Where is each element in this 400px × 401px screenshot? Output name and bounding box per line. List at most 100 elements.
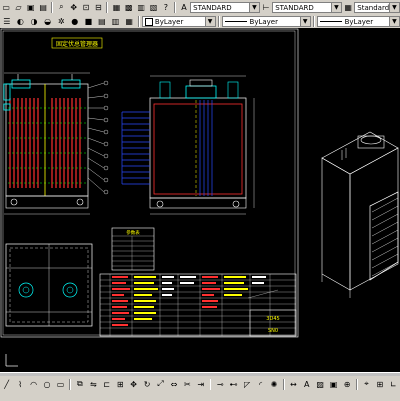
standard-toolbar-row: ▭ ▱ ▣ ▤ ⌕ ✥ ⊡ ⊟ ▦ ▩ ▥ ▧ ? A STANDARD ▼ ⊢… — [0, 0, 400, 14]
param-table-header: 参数表 — [126, 229, 140, 236]
layer-manager-icon[interactable]: ☰ — [1, 15, 13, 27]
extend-icon[interactable]: ⇥ — [195, 378, 206, 390]
open-icon[interactable]: ▱ — [13, 1, 23, 13]
offset-icon[interactable]: ⊏ — [101, 378, 112, 390]
color-select[interactable]: ByLayer ▼ — [141, 15, 216, 27]
properties-icon[interactable]: ▦ — [111, 1, 121, 13]
chevron-down-icon[interactable]: ▼ — [330, 2, 341, 12]
text-icon[interactable]: A — [301, 378, 312, 390]
front-left-header — [3, 83, 11, 101]
insert-icon[interactable]: ⊕ — [341, 378, 352, 390]
layer-freeze-icon[interactable]: ✲ — [55, 15, 67, 27]
color-swatch — [144, 17, 153, 26]
snap-icon[interactable]: ⌖ — [361, 378, 372, 390]
chevron-down-icon[interactable]: ▼ — [204, 16, 215, 26]
sheet-icon[interactable]: ▧ — [148, 1, 158, 13]
ortho-icon[interactable]: ∟ — [388, 378, 399, 390]
polyline-icon[interactable]: ⌇ — [14, 378, 25, 390]
plan-fan-left-hub — [22, 286, 30, 294]
toolbar-separator — [312, 15, 315, 27]
lineweight-select[interactable]: ByLayer ▼ — [316, 15, 400, 27]
side-left-pipe — [159, 81, 171, 99]
chevron-down-icon[interactable]: ▼ — [388, 16, 399, 26]
layer-color-icon[interactable]: ■ — [83, 15, 95, 27]
chevron-down-icon[interactable]: ▼ — [248, 2, 259, 12]
iso-door-hatch — [371, 197, 399, 277]
layer-isolate-icon[interactable]: ▥ — [110, 15, 122, 27]
layers-toolbar-row: ☰ ◐ ◑ ◒ ✲ ● ■ ▤ ▥ ▦ ByLayer ▼ ByLayer ▼ … — [0, 14, 400, 28]
ucs-icon — [5, 354, 18, 367]
front-wheel-left — [10, 198, 18, 206]
circle-icon[interactable]: ○ — [41, 378, 52, 390]
plan-fan-right-hub — [66, 286, 74, 294]
stretch-icon[interactable]: ⇔ — [168, 378, 179, 390]
side-wheel-right — [232, 200, 240, 208]
side-right-pipe — [227, 81, 239, 99]
dimension-icon[interactable]: ↔ — [288, 378, 299, 390]
layer-walk-icon[interactable]: ▦ — [123, 15, 135, 27]
mirror-icon[interactable]: ⇋ — [88, 378, 99, 390]
design-center-icon[interactable]: ▩ — [124, 1, 134, 13]
param-table-rows — [112, 235, 154, 270]
iso-top — [321, 131, 399, 175]
table-style-select[interactable]: Standard ▼ — [354, 1, 400, 13]
block-icon[interactable]: ▣ — [328, 378, 339, 390]
hatch-icon[interactable]: ▨ — [314, 378, 325, 390]
lineweight-value: ByLayer — [344, 17, 374, 26]
layer-lock-icon[interactable]: ◒ — [42, 15, 54, 27]
help-icon[interactable]: ? — [161, 1, 171, 13]
trim-icon[interactable]: ✂ — [182, 378, 193, 390]
plan-fan-left — [18, 282, 34, 298]
chevron-down-icon[interactable]: ▼ — [299, 16, 310, 26]
color-value: ByLayer — [154, 17, 184, 26]
layer-on-icon[interactable]: ● — [69, 15, 81, 27]
chamfer-icon[interactable]: ◸ — [241, 378, 252, 390]
parts-list-grid — [100, 274, 296, 336]
modify-toolbar-row: ╱ ⌇ ◠ ○ ▭ ⧉ ⇋ ⊏ ⊞ ✥ ↻ ⤢ ⇔ ✂ ⇥ ⊸ ⊷ ◸ ◜ ✺ … — [0, 377, 400, 391]
toolbar-separator — [69, 378, 72, 390]
explode-icon[interactable]: ✺ — [268, 378, 279, 390]
top-toolbar: ▭ ▱ ▣ ▤ ⌕ ✥ ⊡ ⊟ ▦ ▩ ▥ ▧ ? A STANDARD ▼ ⊢… — [0, 0, 400, 29]
join-icon[interactable]: ⊷ — [228, 378, 239, 390]
iso-fan — [360, 135, 382, 145]
rotate-icon[interactable]: ↻ — [141, 378, 152, 390]
linetype-select[interactable]: ByLayer ▼ — [221, 15, 311, 27]
scale-icon[interactable]: ⤢ — [155, 378, 166, 390]
copy-icon[interactable]: ⧉ — [74, 378, 85, 390]
save-icon[interactable]: ▣ — [26, 1, 36, 13]
line-icon[interactable]: ╱ — [1, 378, 12, 390]
side-wheel-left — [156, 200, 164, 208]
array-icon[interactable]: ⊞ — [114, 378, 125, 390]
tool-palette-icon[interactable]: ▥ — [136, 1, 146, 13]
plan-fan-right — [62, 282, 78, 298]
horizontal-scrollbar[interactable] — [0, 373, 400, 376]
text-style-icon: A — [181, 2, 187, 12]
layer-state-icon[interactable]: ◐ — [15, 15, 27, 27]
chevron-down-icon[interactable]: ▼ — [388, 2, 399, 12]
toolbar-separator — [282, 378, 285, 390]
iso-left — [321, 157, 351, 291]
dim-style-select[interactable]: STANDARD ▼ — [272, 1, 342, 13]
front-wheel-right — [76, 198, 84, 206]
toolbar-separator — [137, 15, 140, 27]
text-style-select[interactable]: STANDARD ▼ — [190, 1, 260, 13]
break-icon[interactable]: ⊸ — [214, 378, 225, 390]
grid-icon[interactable]: ⊞ — [374, 378, 385, 390]
pan-icon[interactable]: ✥ — [69, 1, 79, 13]
layer-match-icon[interactable]: ▤ — [96, 15, 108, 27]
title-block-number: SN0 — [268, 328, 278, 334]
layer-prev-icon[interactable]: ◑ — [28, 15, 40, 27]
zoom-window-icon[interactable]: ⊡ — [81, 1, 91, 13]
fillet-icon[interactable]: ◜ — [255, 378, 266, 390]
parts-list: 3D45 SN0 — [99, 273, 297, 337]
rectangle-icon[interactable]: ▭ — [55, 378, 66, 390]
title-label: 固定伏总管理器 — [56, 40, 98, 48]
drawing-canvas[interactable]: 固定伏总管理器 参数表 3D45 SN0 — [0, 28, 400, 372]
title-block-leader — [247, 289, 279, 299]
arc-icon[interactable]: ◠ — [28, 378, 39, 390]
zoom-icon[interactable]: ⌕ — [56, 1, 66, 13]
move-icon[interactable]: ✥ — [128, 378, 139, 390]
print-icon[interactable]: ▤ — [38, 1, 48, 13]
new-icon[interactable]: ▭ — [1, 1, 11, 13]
zoom-prev-icon[interactable]: ⊟ — [93, 1, 103, 13]
